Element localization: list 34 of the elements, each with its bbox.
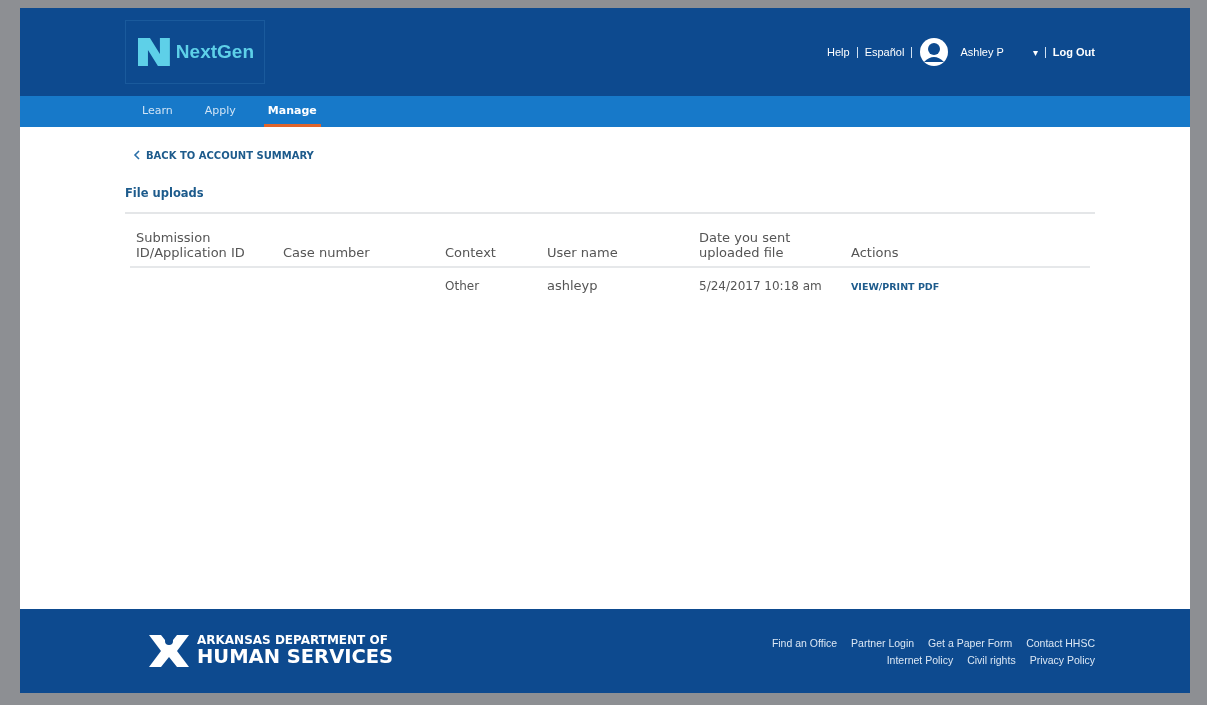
column-header: Submission ID/Application ID [136, 230, 246, 260]
column-header: Case number [283, 245, 370, 260]
nav-tab[interactable]: Manage [263, 96, 321, 127]
footer-link[interactable]: Internet Policy [886, 653, 954, 666]
footer-link[interactable]: Privacy Policy [1029, 653, 1095, 666]
table-cell: ashleyp [547, 278, 598, 293]
nav-tab[interactable]: Learn [138, 96, 177, 127]
footer-link[interactable]: Partner Login [851, 636, 915, 649]
footer-logo-text: HUMAN SERVICES [197, 647, 394, 668]
chevron-left-icon [133, 150, 140, 160]
view-pdf-link[interactable]: VIEW/PRINT PDF [851, 280, 940, 292]
column-header: Context [445, 245, 496, 260]
user-name[interactable]: Ashley P [960, 46, 1004, 58]
logout-link[interactable]: Log Out [1052, 46, 1095, 58]
footer-link[interactable]: Find an Office [771, 636, 838, 649]
footer-logo-text: ARKANSAS DEPARTMENT OF [197, 634, 389, 648]
caret-icon[interactable]: ▾ [1032, 46, 1038, 58]
dhs-logo-icon [147, 633, 191, 669]
column-header: User name [547, 245, 618, 260]
column-header: Date you sent uploaded file [699, 230, 792, 260]
logo[interactable]: NextGen [125, 20, 265, 84]
table-cell: Other [445, 278, 480, 293]
footer-link[interactable]: Civil rights [967, 653, 1016, 666]
nav-tab[interactable]: Apply [200, 96, 240, 127]
back-link[interactable]: BACK TO ACCOUNT SUMMARY [133, 149, 314, 161]
logo-text: NextGen [175, 41, 254, 63]
header-link[interactable]: Español [864, 46, 905, 58]
column-header: Actions [851, 245, 899, 260]
section-title: File uploads [125, 186, 1095, 214]
header-link[interactable]: Help [827, 46, 850, 58]
table-cell: 5/24/2017 10:18 am [699, 278, 822, 293]
footer-link[interactable]: Get a Paper Form [928, 636, 1013, 649]
avatar-icon [919, 37, 950, 67]
footer-link[interactable]: Contact HHSC [1026, 636, 1095, 649]
